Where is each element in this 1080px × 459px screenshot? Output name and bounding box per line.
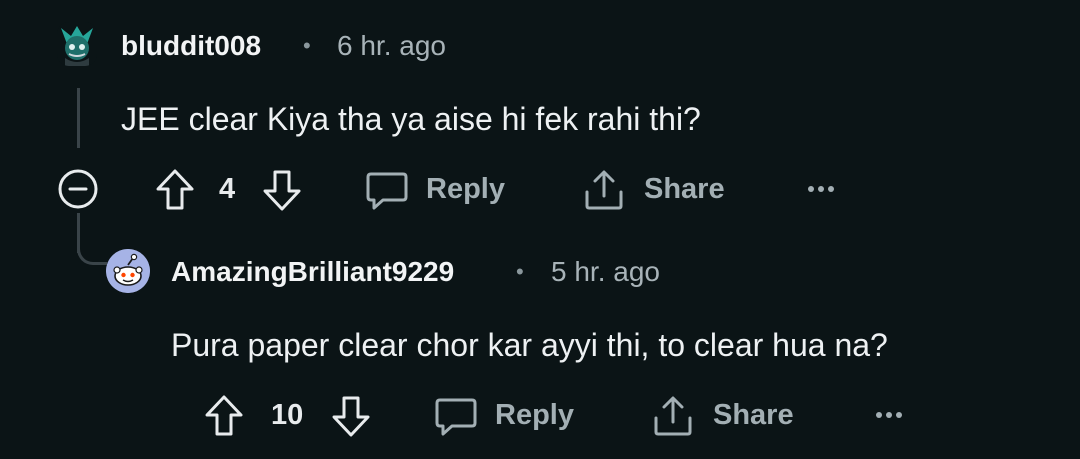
upvote-button[interactable]	[155, 168, 195, 212]
arrow-down-icon	[263, 170, 301, 211]
vote-count: 4	[219, 173, 236, 205]
arrow-down-icon	[332, 396, 370, 437]
minus-circle-icon	[58, 169, 98, 209]
reply-label: Reply	[426, 173, 505, 205]
meta-separator: •	[516, 259, 524, 284]
comment-author[interactable]: AmazingBrilliant9229	[171, 256, 454, 288]
downvote-button[interactable]	[262, 168, 302, 212]
default-snoo-icon	[106, 249, 150, 293]
reply-button[interactable]: Reply	[434, 394, 584, 438]
snoo-avatar-icon	[57, 22, 97, 66]
more-options-button[interactable]	[873, 404, 907, 426]
comment-2: AmazingBrilliant9229 • 5 hr. ago Pura pa…	[0, 230, 1080, 459]
share-icon	[585, 170, 623, 210]
share-icon	[654, 396, 692, 436]
comment-body: JEE clear Kiya tha ya aise hi fek rahi t…	[121, 101, 701, 137]
comment-1: bluddit008 • 6 hr. ago JEE clear Kiya th…	[0, 0, 1080, 230]
reply-button[interactable]: Reply	[365, 168, 515, 212]
comment-bubble-icon	[435, 398, 477, 436]
comment-bubble-icon	[366, 172, 408, 210]
more-dots-icon	[876, 412, 902, 418]
share-label: Share	[713, 399, 794, 431]
user-avatar[interactable]	[57, 22, 97, 66]
arrow-up-icon	[205, 395, 243, 436]
more-dots-icon	[808, 186, 834, 192]
share-label: Share	[644, 173, 725, 205]
upvote-button[interactable]	[204, 394, 244, 438]
meta-separator: •	[303, 33, 311, 58]
share-button[interactable]: Share	[583, 168, 743, 212]
comment-timestamp[interactable]: 5 hr. ago	[551, 256, 660, 288]
arrow-up-icon	[156, 169, 194, 210]
downvote-button[interactable]	[331, 394, 371, 438]
share-button[interactable]: Share	[652, 394, 812, 438]
user-avatar[interactable]	[106, 249, 150, 293]
more-options-button[interactable]	[805, 178, 839, 200]
comment-body: Pura paper clear chor kar ayyi thi, to c…	[171, 327, 888, 363]
collapse-button[interactable]	[57, 168, 99, 210]
reply-label: Reply	[495, 399, 574, 431]
vote-count: 10	[271, 399, 304, 431]
comment-author[interactable]: bluddit008	[121, 30, 261, 62]
comment-timestamp[interactable]: 6 hr. ago	[337, 30, 446, 62]
